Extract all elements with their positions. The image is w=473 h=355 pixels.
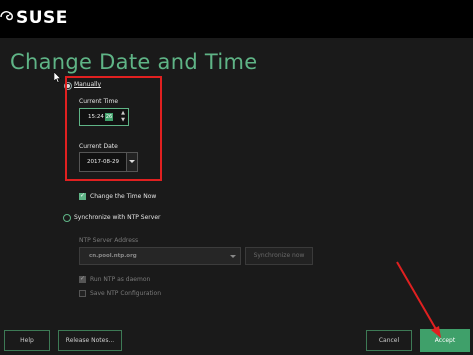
- annotation-arrow-icon: [396, 261, 441, 338]
